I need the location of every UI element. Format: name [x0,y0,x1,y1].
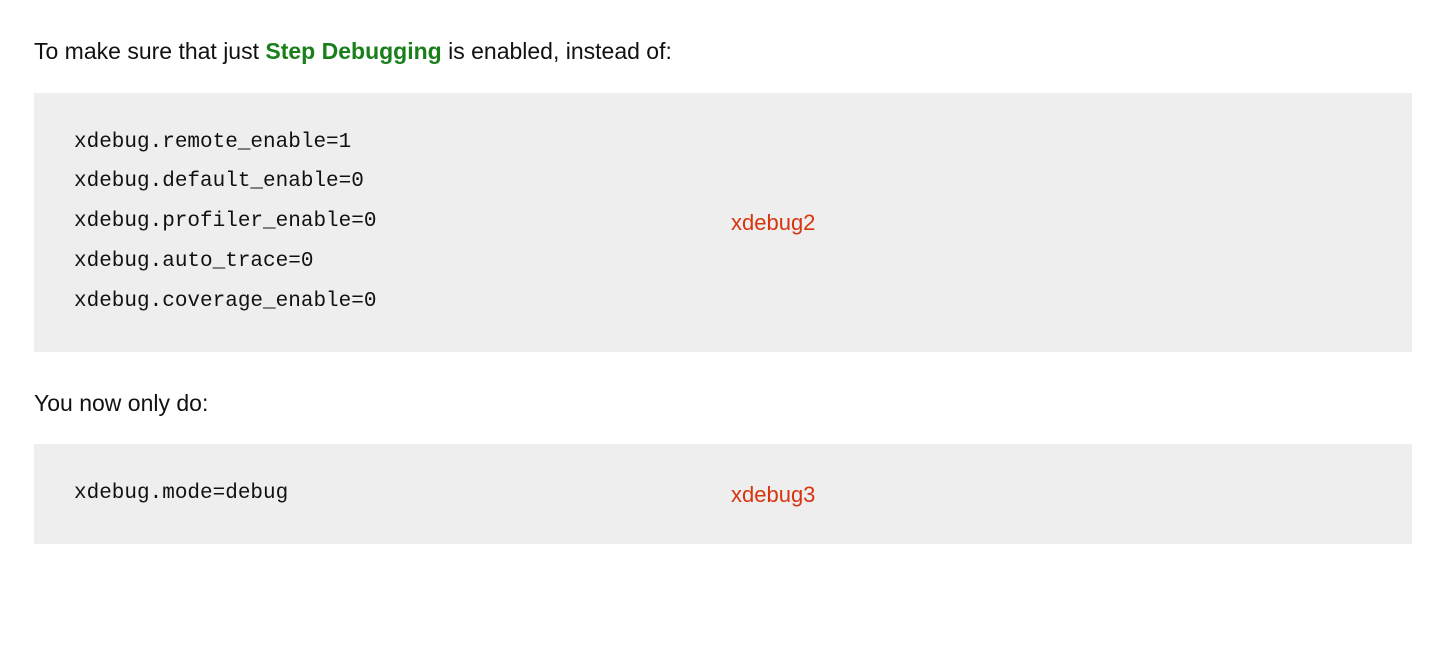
version-label-xdebug2: xdebug2 [723,206,1412,239]
version-label-xdebug3: xdebug3 [723,478,1412,511]
code-block-content: xdebug.mode=debug [34,444,723,544]
code-block-xdebug2: xdebug.remote_enable=1 xdebug.default_en… [34,93,1412,352]
intro-paragraph: To make sure that just Step Debugging is… [34,34,1412,69]
code-block-xdebug3: xdebug.mode=debug xdebug3 [34,444,1412,544]
intro-text-after: is enabled, instead of: [442,38,672,64]
middle-paragraph: You now only do: [34,386,1412,421]
intro-text-before: To make sure that just [34,38,265,64]
code-block-content: xdebug.remote_enable=1 xdebug.default_en… [34,93,723,352]
step-debugging-link[interactable]: Step Debugging [265,38,441,64]
code-text: xdebug.mode=debug [74,474,683,514]
code-text: xdebug.remote_enable=1 xdebug.default_en… [74,123,683,322]
